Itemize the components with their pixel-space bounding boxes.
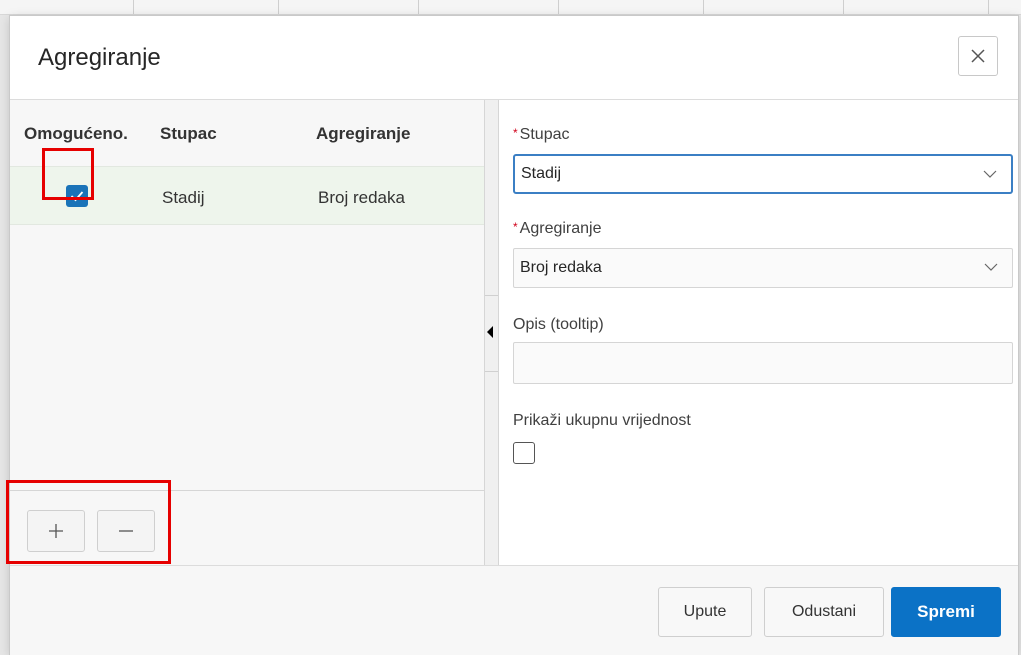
chevron-down-icon <box>983 170 997 178</box>
aggregation-label: * Agregiranje <box>513 220 602 238</box>
close-icon <box>971 49 985 63</box>
header-aggregation: Agregiranje <box>316 124 411 143</box>
aggregation-select-value: Broj redaka <box>520 259 602 276</box>
help-button[interactable]: Upute <box>658 587 752 637</box>
column-label: * Stupac <box>513 126 569 144</box>
header-enabled: Omogućeno. <box>24 124 128 143</box>
collapse-panel-button[interactable] <box>485 295 498 372</box>
dialog-title: Agregiranje <box>38 44 161 71</box>
tooltip-label: Opis (tooltip) <box>513 316 604 333</box>
show-total-checkbox[interactable] <box>513 442 535 464</box>
background-grid-strip <box>0 0 1021 15</box>
required-marker: * <box>513 126 518 140</box>
aggregation-form-panel: * Stupac Stadij * Agregiranje Broj redaka … <box>499 100 1018 565</box>
save-button[interactable]: Spremi <box>891 587 1001 637</box>
chevron-down-icon <box>984 263 998 271</box>
show-total-label: Prikaži ukupnu vrijednost <box>513 412 691 429</box>
header-column: Stupac <box>160 124 217 143</box>
dialog-footer: Upute Odustani Spremi <box>10 565 1018 655</box>
row-column-value: Stadij <box>162 188 205 207</box>
panel-splitter[interactable] <box>484 100 499 565</box>
dialog-header: Agregiranje <box>10 16 1018 100</box>
required-marker: * <box>513 220 518 234</box>
column-select[interactable]: Stadij <box>513 154 1013 194</box>
column-select-value: Stadij <box>521 165 562 182</box>
tooltip-input[interactable] <box>513 342 1013 384</box>
highlight-box-checkbox <box>42 148 94 200</box>
aggregation-select[interactable]: Broj redaka <box>513 248 1013 288</box>
caret-left-icon <box>487 326 493 338</box>
row-aggregation-value: Broj redaka <box>318 188 405 207</box>
highlight-box-toolbar <box>6 480 171 564</box>
cancel-button[interactable]: Odustani <box>764 587 884 637</box>
close-button[interactable] <box>958 36 998 76</box>
aggregation-label-text: Agregiranje <box>519 220 602 237</box>
column-label-text: Stupac <box>519 126 570 143</box>
